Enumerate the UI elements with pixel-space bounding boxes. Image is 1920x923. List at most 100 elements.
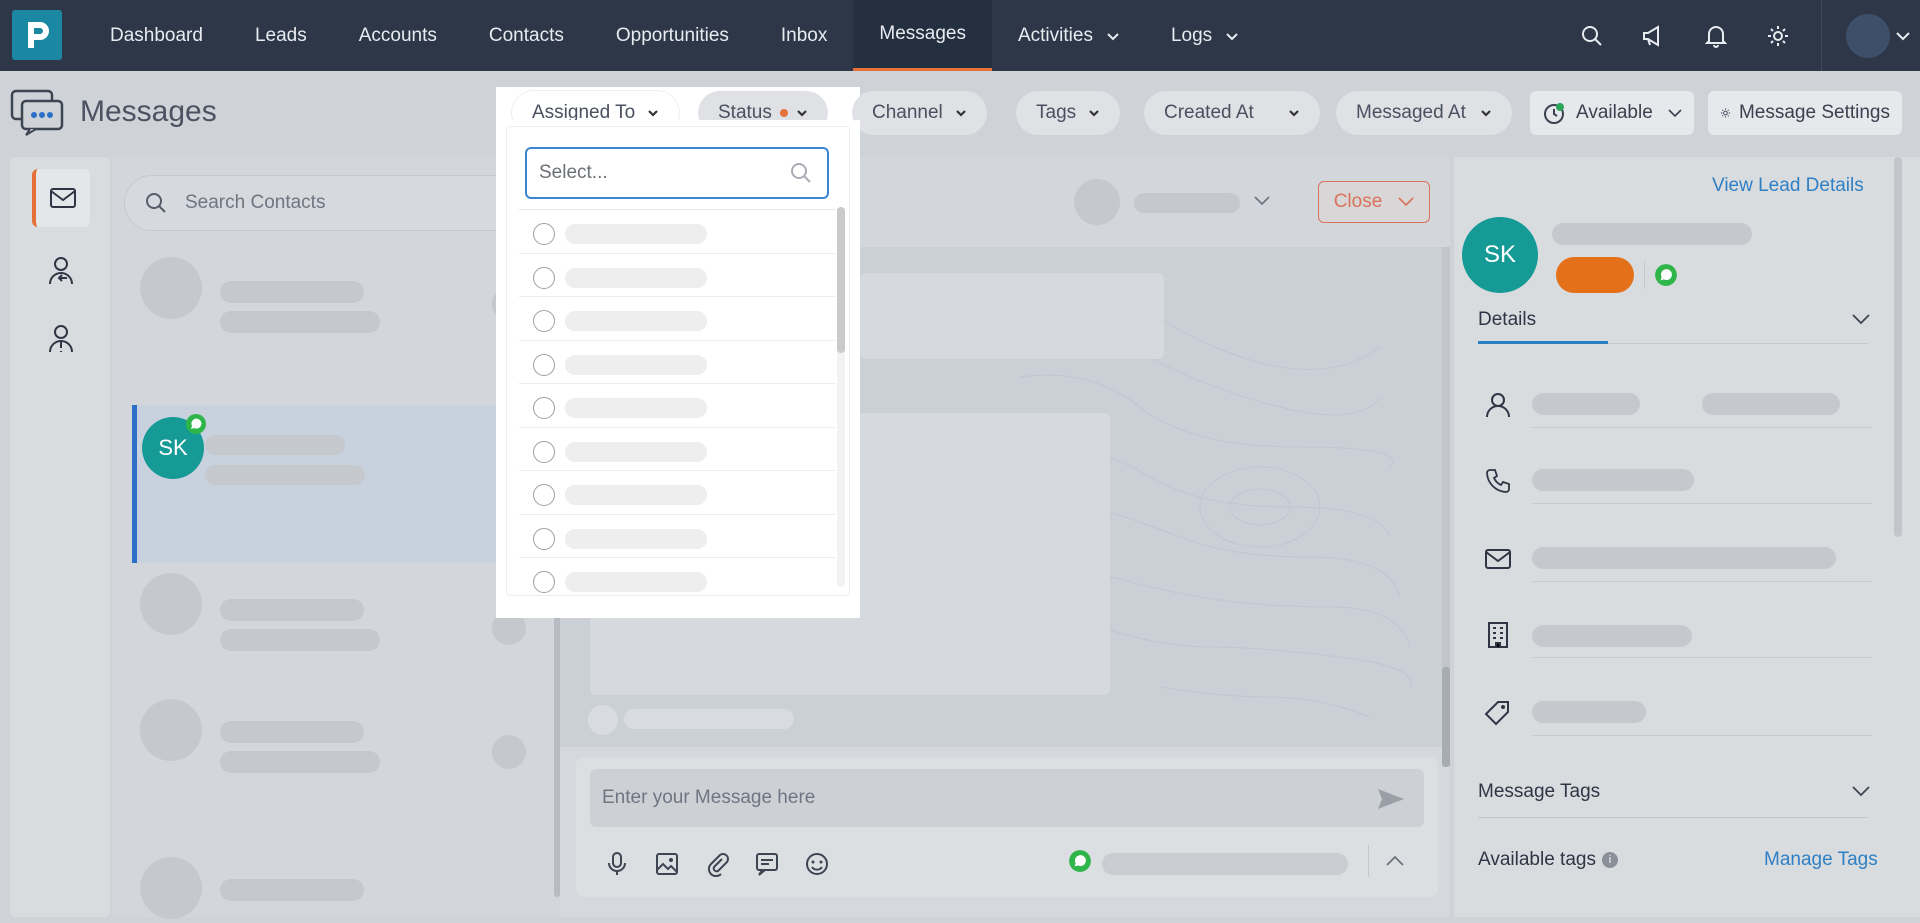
phone-icon (1486, 469, 1510, 493)
lead-company-placeholder (1532, 625, 1692, 647)
nav-dashboard[interactable]: Dashboard (84, 0, 229, 71)
rail-assigned-button[interactable] (32, 243, 90, 301)
details-tab[interactable]: Details (1478, 309, 1536, 331)
dropdown-scrollbar-thumb[interactable] (837, 207, 845, 353)
radio-button[interactable] (533, 397, 555, 419)
message-input[interactable] (602, 787, 1362, 809)
message-input-box[interactable] (590, 769, 1424, 827)
send-icon[interactable] (1376, 787, 1406, 811)
nav-inbox[interactable]: Inbox (755, 0, 853, 71)
chevron-down-icon (956, 110, 966, 117)
chevron-down-icon[interactable] (1852, 313, 1870, 325)
lead-avatar: SK (1462, 217, 1538, 293)
nav-contacts[interactable]: Contacts (463, 0, 590, 71)
search-icon (791, 163, 811, 183)
chevron-down-icon[interactable] (1896, 30, 1910, 42)
info-icon[interactable]: i (1601, 851, 1618, 868)
contact-avatar-placeholder (140, 257, 202, 319)
search-icon[interactable] (1561, 0, 1623, 71)
contact-badge-placeholder (492, 735, 526, 769)
rail-unassigned-button[interactable] (32, 311, 90, 369)
clock-status-icon (1544, 103, 1564, 124)
radio-button[interactable] (533, 440, 555, 463)
close-conversation-button[interactable]: Close (1318, 181, 1430, 223)
tag-icon (1484, 701, 1509, 726)
tags-label: Tags (1036, 102, 1077, 123)
right-panel-scrollbar[interactable] (1894, 157, 1902, 537)
chat-scrollbar[interactable] (1442, 247, 1450, 767)
search-contacts-box[interactable] (124, 175, 554, 231)
dropdown-search-input[interactable] (539, 162, 779, 184)
radio-button[interactable] (533, 571, 555, 593)
messaged-at-filter[interactable]: Messaged At (1336, 91, 1512, 135)
message-settings-label: Message Settings (1738, 102, 1890, 123)
assigned-to-dropdown-menu (506, 126, 850, 596)
user-avatar[interactable] (1846, 13, 1890, 58)
microphone-icon[interactable] (604, 851, 630, 877)
message-bubble-placeholder (860, 273, 1164, 359)
whatsapp-icon (1655, 264, 1677, 286)
dropdown-option[interactable] (519, 515, 835, 558)
paperclip-icon[interactable] (704, 851, 730, 877)
lead-tags-placeholder (1532, 701, 1646, 723)
lead-details-panel: View Lead Details SK Details Message Tag… (1454, 157, 1920, 917)
contact-preview-placeholder (205, 465, 365, 485)
chat-scrollbar-thumb[interactable] (1442, 667, 1450, 767)
dropdown-option[interactable] (519, 558, 835, 595)
tags-filter[interactable]: Tags (1016, 91, 1121, 135)
dropdown-option[interactable] (519, 210, 835, 254)
nav-logs[interactable]: Logs (1145, 0, 1264, 71)
lead-status-badge (1556, 257, 1634, 293)
nav-messages[interactable]: Messages (853, 0, 992, 71)
dropdown-option[interactable] (519, 297, 835, 341)
channel-label: Channel (872, 102, 943, 123)
manage-tags-link[interactable]: Manage Tags (1764, 849, 1878, 871)
radio-button[interactable] (533, 223, 555, 245)
radio-button[interactable] (533, 266, 555, 289)
dropdown-option[interactable] (519, 384, 835, 428)
contact-avatar-placeholder (140, 699, 202, 761)
dropdown-scrollbar[interactable] (837, 207, 845, 587)
message-tags-title[interactable]: Message Tags (1478, 781, 1600, 803)
dropdown-option[interactable] (519, 471, 835, 515)
chevron-down-icon[interactable] (1254, 195, 1270, 207)
megaphone-icon[interactable] (1623, 0, 1685, 71)
option-label-placeholder (565, 528, 707, 549)
dropdown-option[interactable] (519, 254, 835, 297)
left-rail (10, 157, 110, 917)
chevron-down-icon (1089, 110, 1099, 117)
nav-opportunities[interactable]: Opportunities (590, 0, 755, 71)
search-contacts-input[interactable] (185, 192, 485, 214)
messages-header: Messages Assigned To Status Channel Tags… (0, 71, 1920, 191)
channel-filter[interactable]: Channel (852, 91, 987, 135)
availability-dropdown[interactable]: Available (1530, 91, 1694, 135)
chevron-up-icon[interactable] (1386, 855, 1404, 867)
radio-button[interactable] (533, 353, 555, 376)
dropdown-option[interactable] (519, 341, 835, 384)
app-logo[interactable] (12, 10, 62, 60)
message-settings-button[interactable]: Message Settings (1708, 91, 1902, 135)
image-icon[interactable] (654, 851, 680, 877)
radio-button[interactable] (533, 527, 555, 550)
lead-last-name-placeholder (1702, 393, 1840, 415)
page-title: Messages (80, 95, 217, 128)
nav-leads[interactable]: Leads (229, 0, 333, 71)
contact-name-placeholder (220, 281, 364, 303)
nav-activities[interactable]: Activities (992, 0, 1145, 71)
gear-icon[interactable] (1747, 0, 1809, 71)
template-message-icon[interactable] (754, 851, 780, 877)
radio-button[interactable] (533, 484, 555, 506)
emoji-icon[interactable] (804, 851, 830, 877)
created-at-filter[interactable]: Created At (1144, 91, 1320, 135)
rail-inbox-button[interactable] (32, 169, 90, 227)
view-lead-details-link[interactable]: View Lead Details (1712, 175, 1864, 197)
dropdown-option[interactable] (519, 428, 835, 471)
status-indicator-dot (779, 109, 788, 117)
dropdown-search-box[interactable] (525, 147, 829, 199)
bell-icon[interactable] (1685, 0, 1747, 71)
radio-button[interactable] (533, 310, 555, 332)
contact-avatar-placeholder (140, 573, 202, 635)
nav-accounts[interactable]: Accounts (333, 0, 463, 71)
availability-label: Available (1576, 102, 1653, 123)
chevron-down-icon[interactable] (1852, 785, 1870, 797)
